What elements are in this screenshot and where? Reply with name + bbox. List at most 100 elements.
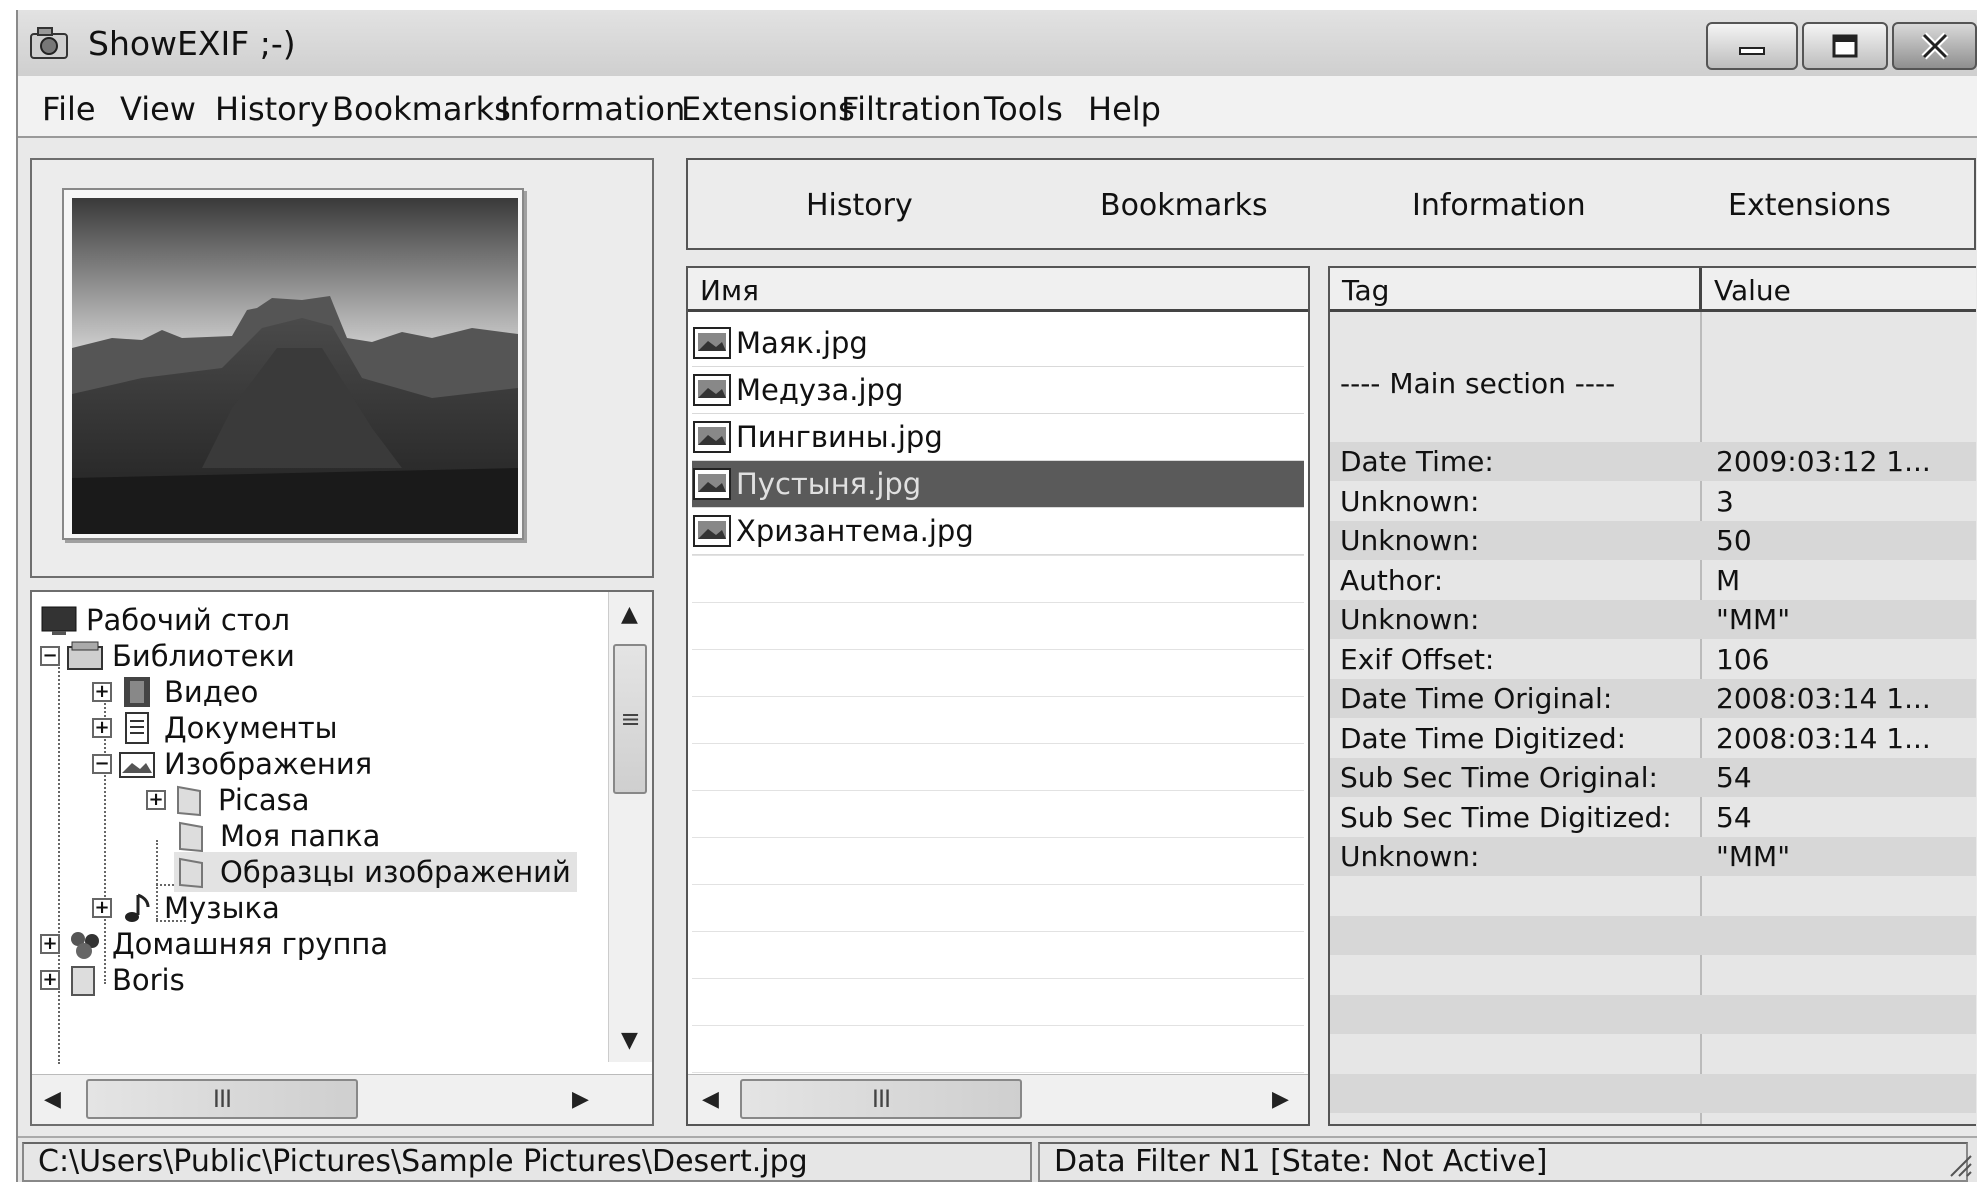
tree-item-homegroup[interactable]: + Домашняя группа	[40, 924, 388, 964]
expand-toggle[interactable]: +	[146, 790, 166, 810]
tree-item-label: Изображения	[164, 747, 373, 781]
exif-tag-row[interactable]: Unknown: 3	[1330, 482, 1976, 521]
tag-value: 3	[1716, 484, 1734, 518]
tree-item-boris[interactable]: + Boris	[40, 960, 185, 1000]
image-file-icon	[693, 374, 731, 406]
empty-tag-row	[1330, 1035, 1976, 1074]
exif-tag-row[interactable]: Unknown: "MM"	[1330, 837, 1976, 876]
tree-item-music[interactable]: + Музыка	[92, 888, 280, 928]
scroll-thumb[interactable]: III	[740, 1079, 1022, 1119]
tree-item-desktop[interactable]: Рабочий стол	[40, 600, 290, 640]
empty-tag-row	[1330, 877, 1976, 916]
empty-row-line	[692, 555, 1304, 556]
menu-view[interactable]: View	[120, 90, 196, 128]
file-name: Медуза.jpg	[736, 373, 904, 407]
collapse-toggle[interactable]: −	[40, 646, 60, 666]
file-name: Пингвины.jpg	[736, 420, 943, 454]
scroll-left-arrow-icon[interactable]: ◀	[702, 1087, 719, 1112]
desktop-icon	[41, 606, 77, 635]
column-header-name[interactable]: Имя	[688, 268, 1308, 312]
scroll-down-arrow-icon[interactable]: ▼	[621, 1028, 638, 1053]
tabs-bar: History Bookmarks Information Extensions	[686, 158, 1976, 250]
expand-toggle[interactable]: +	[40, 970, 60, 990]
empty-row-line	[692, 884, 1304, 885]
tab-information[interactable]: Information	[1412, 188, 1586, 223]
scroll-up-arrow-icon[interactable]: ▲	[621, 602, 638, 627]
expand-toggle[interactable]: +	[40, 934, 60, 954]
exif-tag-row[interactable]: Sub Sec Time Digitized: 54	[1330, 798, 1976, 837]
tab-history[interactable]: History	[806, 188, 913, 223]
tree-item-label: Музыка	[164, 891, 280, 925]
tab-extensions[interactable]: Extensions	[1728, 188, 1891, 223]
file-list-item[interactable]: Маяк.jpg	[692, 320, 1304, 367]
close-button[interactable]	[1892, 22, 1977, 70]
file-list-item[interactable]: Пингвины.jpg	[692, 414, 1304, 461]
menu-file[interactable]: File	[42, 90, 96, 128]
column-header-tag[interactable]: Tag	[1330, 268, 1702, 312]
file-name: Хризантема.jpg	[736, 514, 974, 548]
tag-value: 50	[1716, 524, 1752, 557]
exif-tag-row[interactable]: Date Time Digitized: 2008:03:14 1...	[1330, 719, 1976, 758]
menu-information[interactable]: Information	[500, 90, 685, 128]
empty-row-line	[692, 696, 1304, 697]
window-title: ShowEXIF ;-)	[88, 24, 296, 63]
menu-history[interactable]: History	[215, 90, 329, 128]
camera-app-icon	[30, 27, 68, 59]
scroll-thumb[interactable]: III	[86, 1079, 358, 1119]
exif-tag-row[interactable]: Exif Offset: 106	[1330, 640, 1976, 679]
column-header-value[interactable]: Value	[1702, 268, 1976, 312]
tree-item-label: Boris	[112, 963, 185, 997]
folder-tree-panel[interactable]: Рабочий стол − Библиотеки + Видео + Доку…	[30, 590, 654, 1126]
tree-item-libraries[interactable]: − Библиотеки	[40, 636, 295, 676]
section-row[interactable]: ---- Main section ----	[1330, 364, 1976, 403]
title-bar[interactable]: ShowEXIF ;-)	[18, 10, 1977, 76]
maximize-button[interactable]	[1802, 22, 1888, 70]
exif-tag-row[interactable]: Unknown: "MM"	[1330, 600, 1976, 639]
tag-name: Unknown:	[1340, 524, 1480, 557]
scroll-left-arrow-icon[interactable]: ◀	[44, 1087, 61, 1112]
exif-tag-row[interactable]: Date Time Original: 2008:03:14 1...	[1330, 679, 1976, 718]
tree-item-my-folder[interactable]: Моя папка	[174, 816, 380, 856]
exif-tag-row[interactable]: Sub Sec Time Original: 54	[1330, 758, 1976, 797]
exif-tag-row[interactable]: Date Time: 2009:03:12 1...	[1330, 442, 1976, 481]
file-list-item[interactable]: Пустыня.jpg	[692, 461, 1304, 508]
music-icon	[125, 893, 150, 922]
image-file-icon	[693, 468, 731, 500]
minimize-button[interactable]	[1706, 22, 1798, 70]
tree-item-documents[interactable]: + Документы	[92, 708, 338, 748]
exif-tag-row[interactable]: Author: M	[1330, 561, 1976, 600]
tree-item-sample-pictures[interactable]: Образцы изображений	[174, 852, 577, 892]
collapse-toggle[interactable]: −	[92, 754, 112, 774]
tag-value: M	[1716, 563, 1741, 597]
expand-toggle[interactable]: +	[92, 682, 112, 702]
scroll-right-arrow-icon[interactable]: ▶	[572, 1087, 589, 1112]
tree-vertical-scrollbar[interactable]: ▲ ≡ ▼	[608, 592, 652, 1062]
scroll-right-arrow-icon[interactable]: ▶	[1272, 1087, 1289, 1112]
expand-toggle[interactable]: +	[92, 718, 112, 738]
empty-row-line	[692, 837, 1304, 838]
tree-item-picasa[interactable]: + Picasa	[146, 780, 310, 820]
tree-item-pictures[interactable]: − Изображения	[92, 744, 372, 784]
tree-item-video[interactable]: + Видео	[92, 672, 258, 712]
menu-help[interactable]: Help	[1088, 90, 1161, 128]
menu-tools[interactable]: Tools	[984, 90, 1063, 128]
image-file-icon	[693, 421, 731, 453]
menu-bookmarks[interactable]: Bookmarks	[332, 90, 511, 128]
menu-extensions[interactable]: Extensions	[681, 90, 855, 128]
files-horizontal-scrollbar[interactable]: ◀ III ▶	[688, 1074, 1308, 1124]
exif-tag-row[interactable]: Unknown: 50	[1330, 521, 1976, 560]
exif-tags-panel[interactable]: Tag Value ---- Main section ---- Date Ti…	[1328, 266, 1976, 1126]
tree-horizontal-scrollbar[interactable]: ◀ III ▶	[32, 1074, 652, 1124]
menu-filtration[interactable]: Filtration	[841, 90, 981, 128]
pictures-icon	[119, 752, 155, 778]
tree-item-label: Домашняя группа	[112, 927, 389, 961]
file-list-item[interactable]: Медуза.jpg	[692, 367, 1304, 414]
resize-grip-icon[interactable]	[1947, 1152, 1973, 1178]
tab-bookmarks[interactable]: Bookmarks	[1100, 188, 1268, 223]
scroll-thumb[interactable]: ≡	[613, 644, 647, 794]
libraries-icon	[67, 641, 103, 670]
expand-toggle[interactable]: +	[92, 898, 112, 918]
tag-name: Date Time:	[1340, 445, 1494, 478]
file-list-panel[interactable]: Имя Маяк.jpg Медуза.jpg Пингвины.jpg Пустын…	[686, 266, 1310, 1126]
file-list-item[interactable]: Хризантема.jpg	[692, 508, 1304, 555]
